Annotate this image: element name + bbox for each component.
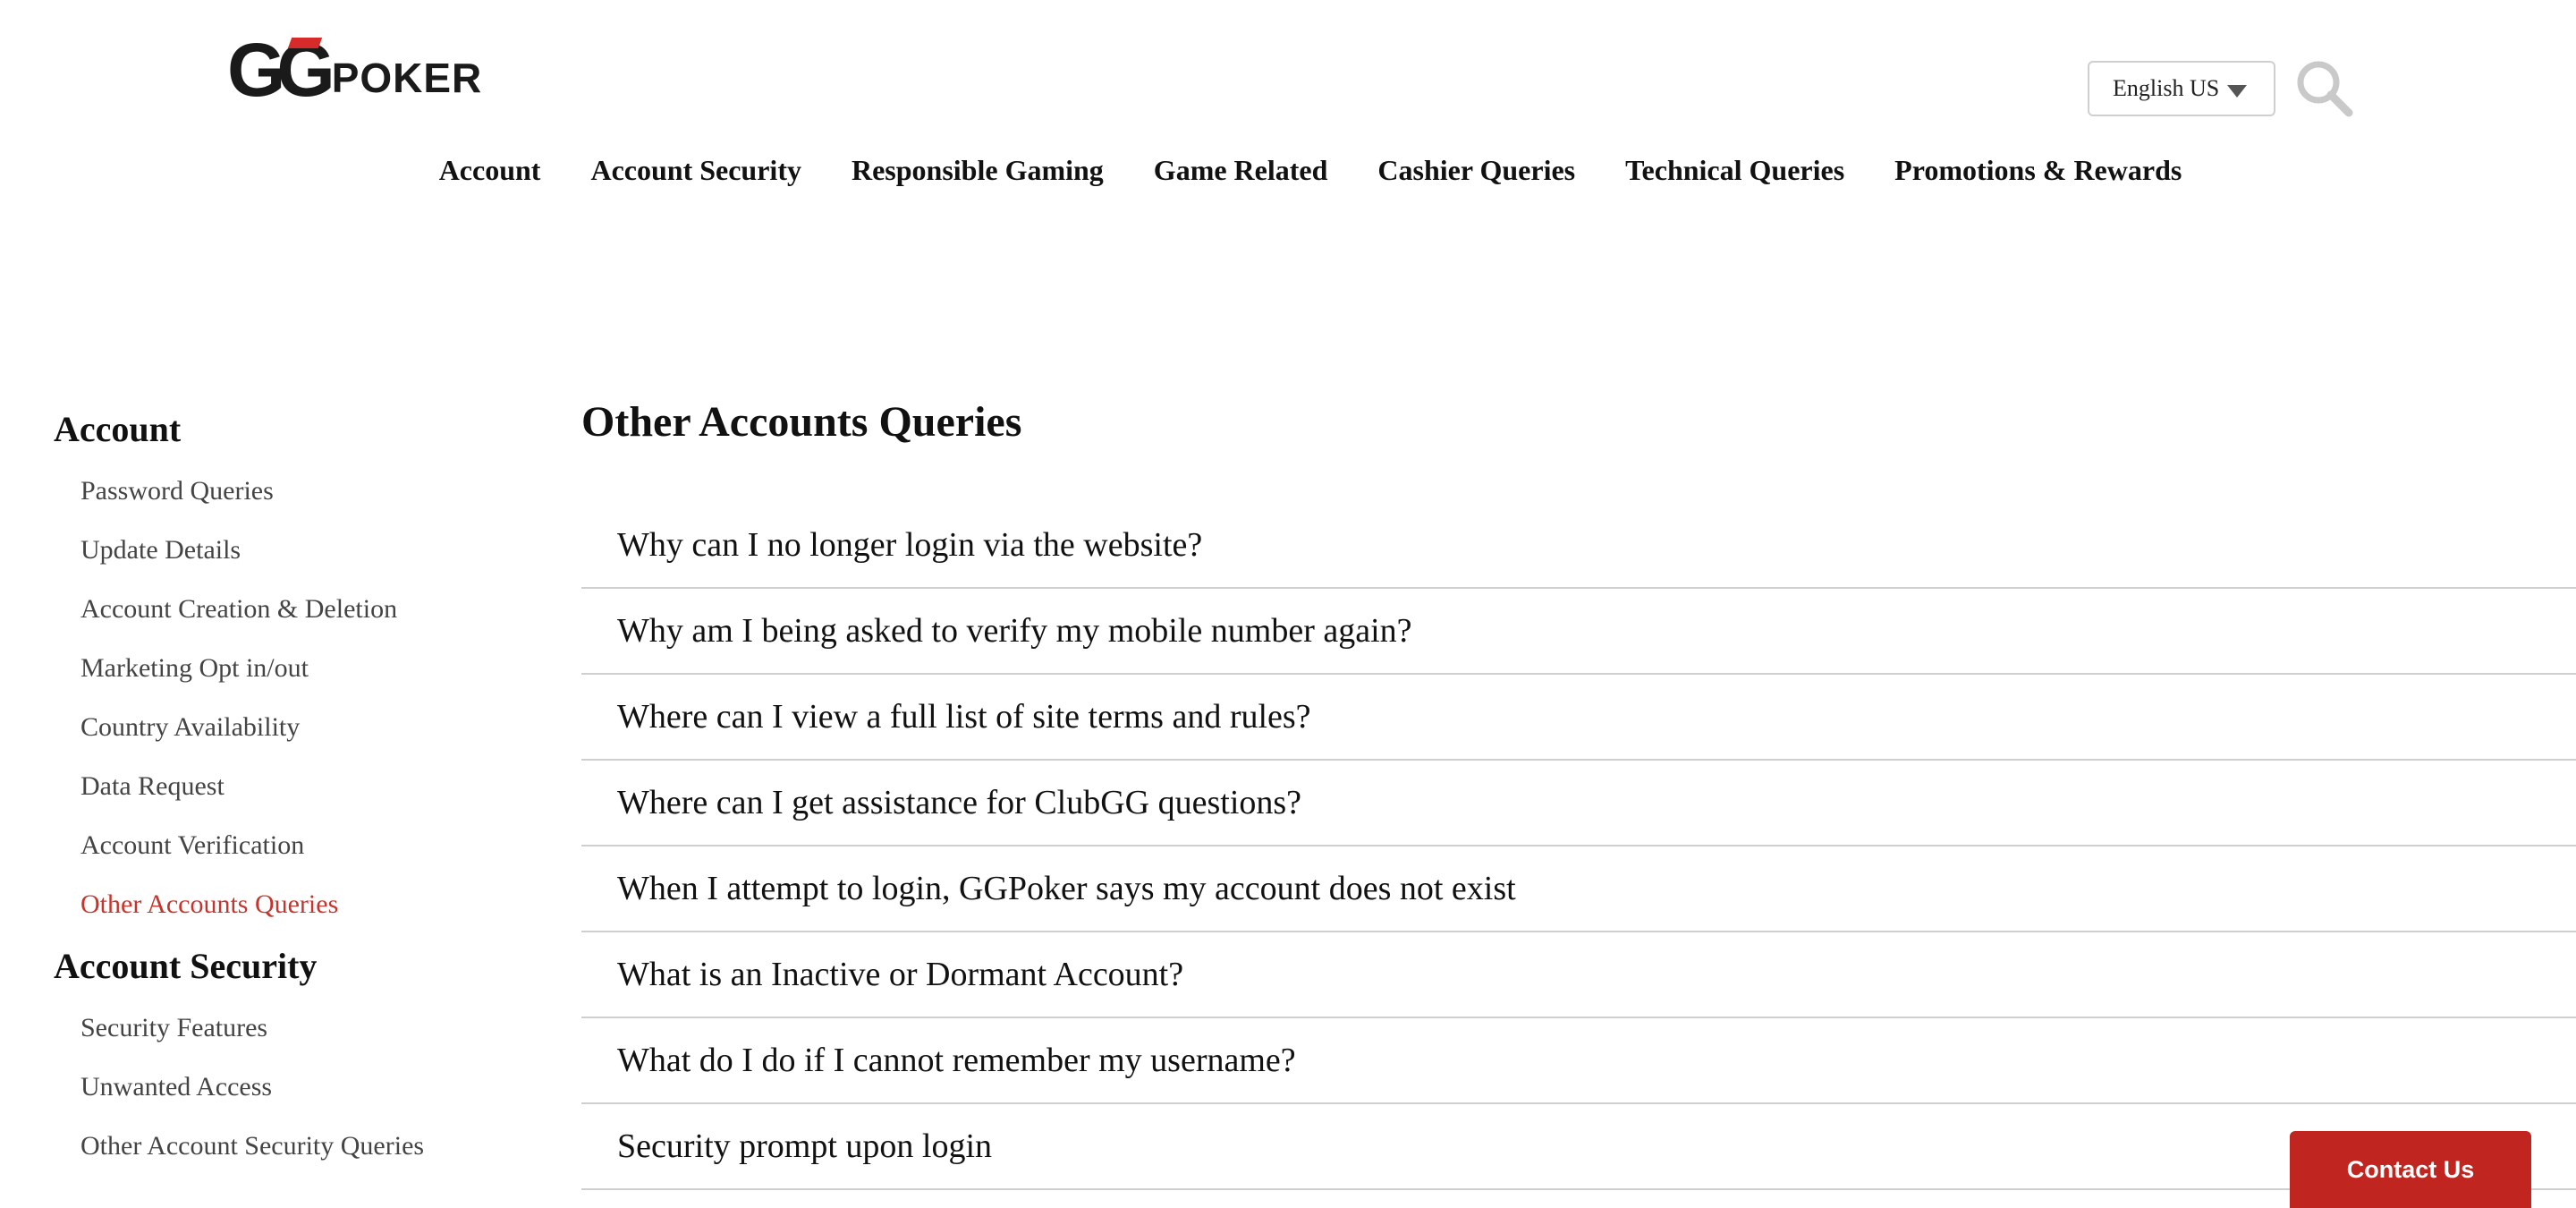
sidebar-list-account-security: Security Features Unwanted Access Other … [54,999,519,1176]
chevron-down-icon [2227,85,2247,98]
faq-question[interactable]: Where can I get assistance for ClubGG qu… [581,761,2576,846]
faq-question[interactable]: What do I do if I cannot remember my use… [581,1018,2576,1104]
sidebar-heading-account[interactable]: Account [54,404,519,455]
top-nav: Account Account Security Responsible Gam… [0,154,2576,187]
faq-question[interactable]: What is an Inactive or Dormant Account? [581,932,2576,1018]
logo-gg-mark: GG [227,28,335,112]
ggpoker-logo[interactable]: GG POKER [227,28,483,112]
logo-wordmark: POKER [331,55,483,101]
sidebar-item-country-availability[interactable]: Country Availability [54,698,519,757]
nav-item-account[interactable]: Account [439,154,541,187]
nav-item-promotions-rewards[interactable]: Promotions & Rewards [1894,154,2182,187]
language-value: English US [2113,75,2220,101]
language-select[interactable]: English US [2088,61,2275,116]
nav-item-responsible-gaming[interactable]: Responsible Gaming [852,154,1104,187]
sidebar-item-password-queries[interactable]: Password Queries [54,462,519,521]
sidebar-item-unwanted-access[interactable]: Unwanted Access [54,1058,519,1117]
sidebar-item-other-accounts-queries[interactable]: Other Accounts Queries [54,875,519,934]
faq-question[interactable]: Security prompt upon login [581,1104,2576,1190]
sidebar-item-account-creation-deletion[interactable]: Account Creation & Deletion [54,580,519,639]
nav-item-game-related[interactable]: Game Related [1154,154,1328,187]
faq-question[interactable]: When I attempt to login, GGPoker says my… [581,846,2576,932]
faq-list: Why can I no longer login via the websit… [581,503,2576,1190]
sidebar-item-account-verification[interactable]: Account Verification [54,816,519,875]
sidebar-list-account: Password Queries Update Details Account … [54,462,519,934]
search-icon[interactable] [2295,59,2354,118]
sidebar-heading-account-security[interactable]: Account Security [54,941,519,991]
sidebar-item-security-features[interactable]: Security Features [54,999,519,1058]
nav-item-cashier-queries[interactable]: Cashier Queries [1377,154,1575,187]
faq-question[interactable]: Why am I being asked to verify my mobile… [581,589,2576,675]
sidebar-item-update-details[interactable]: Update Details [54,521,519,580]
contact-us-button[interactable]: Contact Us [2290,1131,2531,1208]
sidebar-item-data-request[interactable]: Data Request [54,757,519,816]
sidebar: Account Password Queries Update Details … [54,404,519,1176]
sidebar-item-other-account-security-queries[interactable]: Other Account Security Queries [54,1117,519,1176]
nav-item-account-security[interactable]: Account Security [590,154,801,187]
faq-question[interactable]: Why can I no longer login via the websit… [581,503,2576,589]
faq-question[interactable]: Where can I view a full list of site ter… [581,675,2576,761]
nav-item-technical-queries[interactable]: Technical Queries [1625,154,1844,187]
sidebar-item-marketing-opt[interactable]: Marketing Opt in/out [54,639,519,698]
page-title: Other Accounts Queries [581,398,1022,446]
logo-red-accent [287,38,323,48]
